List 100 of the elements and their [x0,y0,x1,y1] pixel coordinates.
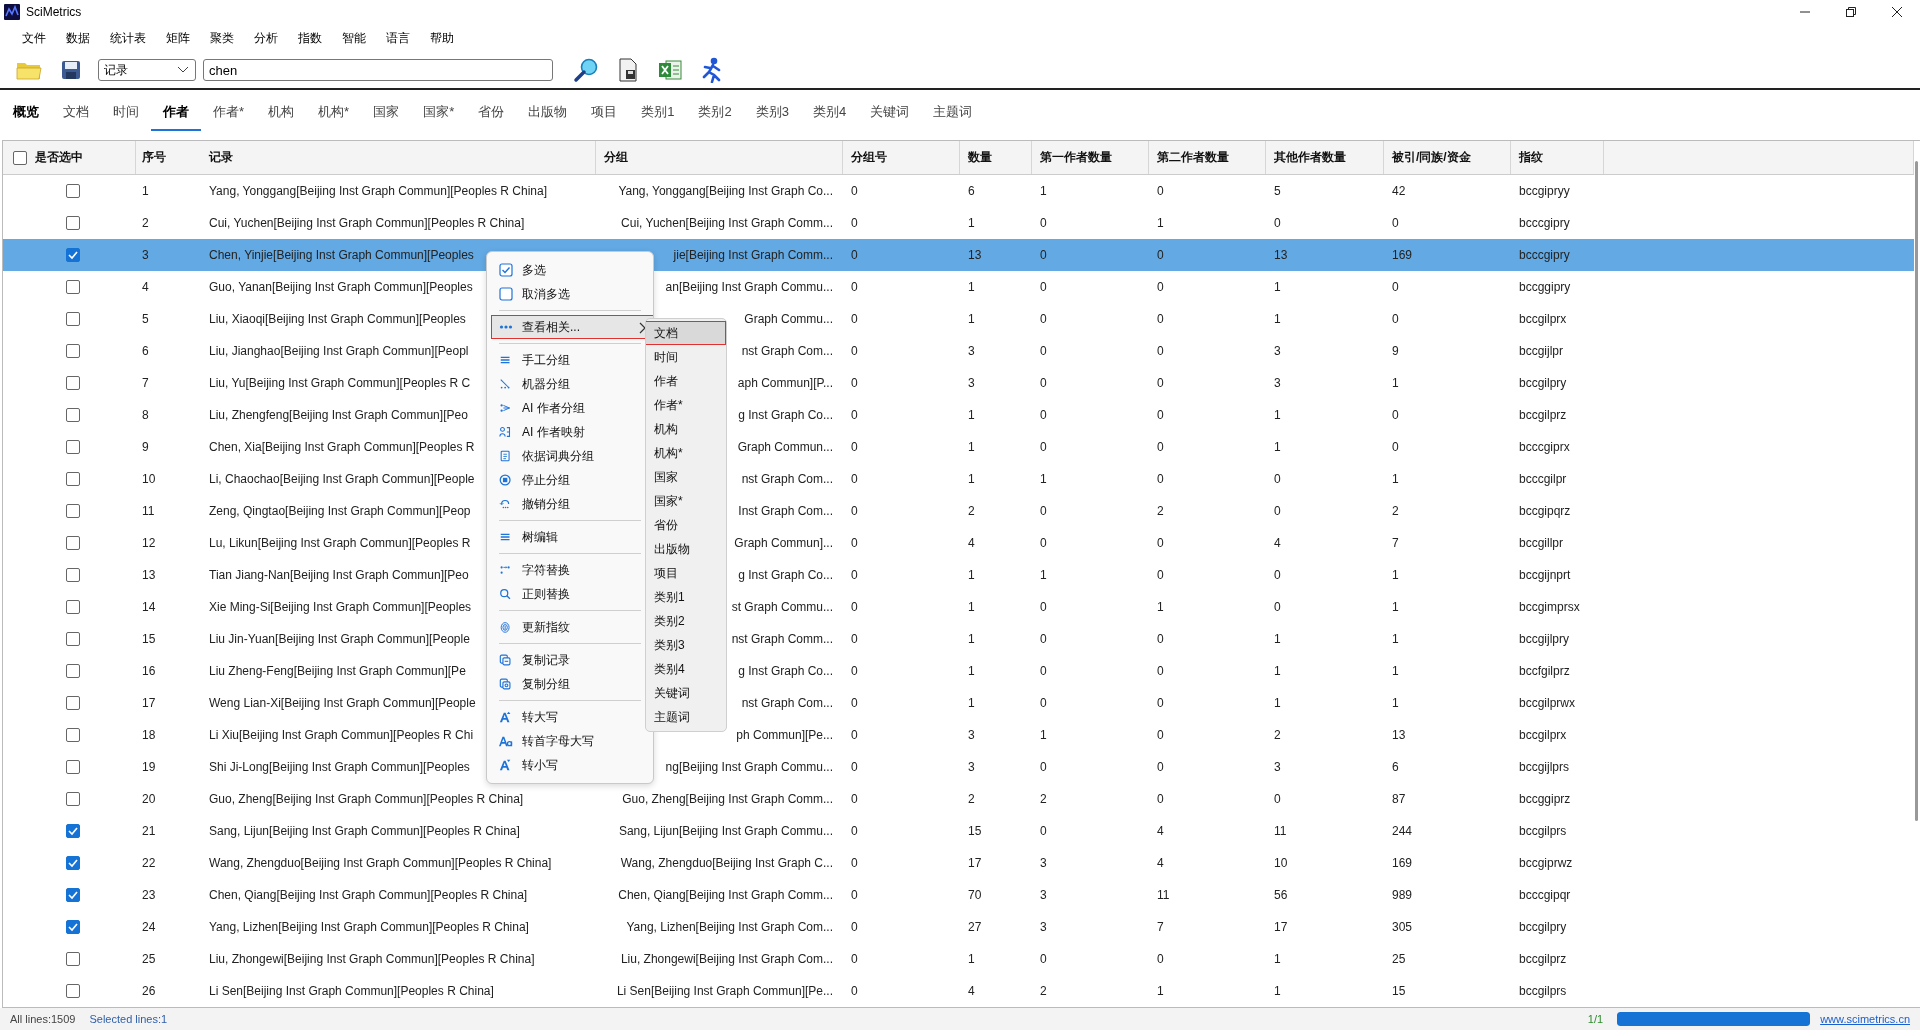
table-cell: 7 [1392,536,1399,550]
checkbox[interactable] [65,504,80,518]
menu-item[interactable]: 统计表 [102,26,154,50]
column-header[interactable]: 第二作者数量 [1149,141,1266,174]
menu-item[interactable]: 指数 [290,26,330,50]
table-cell: bcccgilpr [1519,472,1567,486]
tab[interactable]: 作者 [151,95,201,131]
table-cell: 0 [1040,824,1047,838]
column-header[interactable]: 第一作者数量 [1032,141,1149,174]
tab[interactable]: 文档 [51,95,101,131]
table-cell: 1 [1392,600,1399,614]
checkbox[interactable] [65,696,80,710]
checkbox[interactable] [65,920,80,934]
tab[interactable]: 作者* [201,95,257,131]
checkbox[interactable] [65,344,80,358]
uppercase-icon [499,710,513,724]
tab[interactable]: 类别4 [800,95,859,131]
save-icon [61,60,81,80]
tab[interactable]: 概览 [1,95,51,131]
checkbox[interactable] [65,472,80,486]
table-cell: 9 [142,440,149,454]
table-cell: 2 [1040,792,1047,806]
checkbox[interactable] [65,728,80,742]
tab[interactable]: 国家* [411,95,467,131]
column-header[interactable]: 序号 [135,141,201,174]
menu-item[interactable]: 聚类 [202,26,242,50]
checkbox[interactable] [65,184,80,198]
checkbox[interactable] [65,984,80,998]
menu-item[interactable]: 文件 [14,26,54,50]
column-header[interactable]: 分组号 [843,141,960,174]
checkbox[interactable] [65,856,80,870]
checkbox[interactable] [65,824,80,838]
checkbox[interactable] [65,216,80,230]
table-cell: 2 [968,504,975,518]
website-link[interactable]: www.scimetrics.cn [1820,1013,1910,1025]
tab[interactable]: 出版物 [516,95,580,131]
checkbox[interactable] [65,440,80,454]
checkbox[interactable] [65,536,80,550]
table-cell: Wang, Zhengduo[Beijing Inst Graph Commun][Peoples R China] [209,856,552,870]
table-cell: st Graph Commu... [731,600,833,614]
menu-item[interactable]: 文档 [646,321,726,345]
checkbox[interactable] [65,888,80,902]
column-header[interactable]: 记录 [201,141,596,174]
table-cell: Liu, Yu[Beijing Inst Graph Commun][Peoples R C [209,376,471,390]
spreadsheet-icon [658,59,682,81]
table-cell: bcccgiprx [1519,440,1570,454]
menu-item[interactable]: 转小写 [487,753,653,777]
checkbox[interactable] [65,312,80,326]
column-header[interactable]: 指纹 [1511,141,1604,174]
tab[interactable]: 省份 [466,95,517,131]
table-cell: 11 [142,504,155,518]
table-cell: 1 [1040,728,1047,742]
menu-item[interactable]: 查看相关... [491,315,653,339]
checkbox[interactable] [13,150,27,165]
checkbox[interactable] [65,632,80,646]
checkbox[interactable] [65,248,80,262]
table-cell: 1 [968,440,975,454]
menu-item[interactable]: 转首字母大写 [487,729,653,753]
tab[interactable]: 类别3 [743,95,801,131]
checkbox[interactable] [65,952,80,966]
menu-item[interactable]: 语言 [378,26,418,50]
table-cell: 1 [968,600,975,614]
column-header[interactable]: 数量 [960,141,1032,174]
menu-item[interactable]: 矩阵 [158,26,198,50]
status-text: Selected lines:1 [89,1013,168,1025]
checkbox[interactable] [65,664,80,678]
checkbox[interactable] [65,376,80,390]
tab[interactable]: 项目 [579,95,630,131]
menu-item[interactable]: 智能 [334,26,374,50]
checkbox[interactable] [65,280,80,294]
menu-item[interactable]: 帮助 [422,26,462,50]
tab[interactable]: 时间 [101,95,151,131]
menu-item[interactable]: 多选 [487,258,653,282]
tab[interactable]: 关键词 [858,95,922,131]
table-cell: Yang, Lizhen[Beijing Inst Graph Com... [626,920,833,934]
checkbox[interactable] [65,408,80,422]
table-cell: bccgilprz [1519,408,1567,422]
menu-item[interactable]: 分析 [246,26,286,50]
checkbox[interactable] [65,792,80,806]
search-field[interactable]: chen [203,59,553,81]
tab[interactable]: 机构 [256,95,307,131]
table-cell: 11 [1157,888,1170,902]
field-dropdown[interactable]: 记录 [98,59,196,81]
checkbox[interactable] [65,568,80,582]
tab[interactable]: 类别1 [629,95,687,131]
table-cell: 0 [851,376,858,390]
column-header[interactable]: 其他作者数量 [1266,141,1384,174]
menu-item[interactable]: 取消多选 [487,282,653,306]
table-cell: 0 [851,664,858,678]
column-header[interactable]: 分组 [596,141,843,174]
tab[interactable]: 类别2 [686,95,744,131]
table-cell: 1 [968,664,975,678]
table-cell: bccgilprx [1519,312,1567,326]
checkbox[interactable] [65,600,80,614]
column-header[interactable]: 被引/同族/资金 [1384,141,1511,174]
tab[interactable]: 国家 [361,95,412,131]
menu-item[interactable]: 数据 [58,26,98,50]
tab[interactable]: 机构* [306,95,362,131]
checkbox[interactable] [65,760,80,774]
tab[interactable]: 主题词 [921,95,985,131]
